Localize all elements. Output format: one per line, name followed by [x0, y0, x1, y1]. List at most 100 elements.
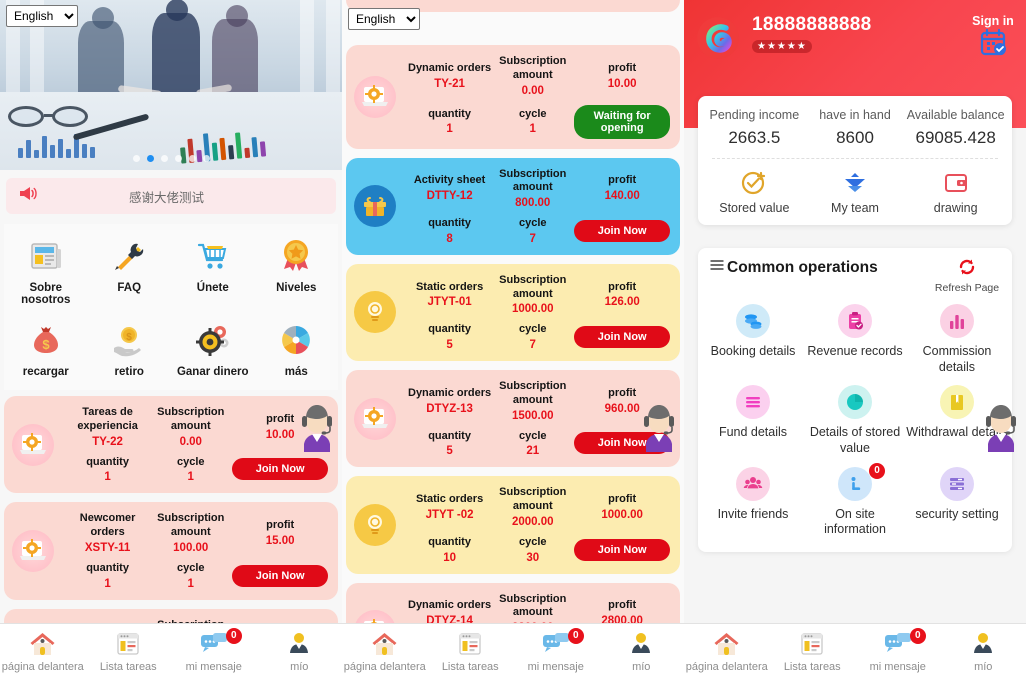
operation-invite-friends[interactable]: Invite friends	[702, 466, 804, 538]
sign-in-button[interactable]: Sign in	[972, 14, 1014, 61]
join-now-button[interactable]: Join Now	[232, 564, 328, 587]
nav-item-página-delantera[interactable]: página delantera	[0, 631, 86, 673]
operation-commission-details[interactable]: Commission details	[906, 304, 1008, 375]
join-now-button[interactable]: Join Now	[232, 458, 328, 481]
task-card[interactable]: Newcomer orders XSTY-11 Subscription amoun…	[4, 502, 338, 600]
nav-item-lista-tareas[interactable]: Lista tareas	[86, 631, 172, 673]
operation-security-setting[interactable]: security setting	[906, 466, 1008, 538]
middle-scroll-area[interactable]: Dynamic orders TY-21 Subscription amount 0.…	[342, 0, 684, 623]
language-select-left[interactable]: EnglishEspañol中文	[6, 5, 78, 27]
info-icon	[838, 466, 872, 501]
action-stored-value[interactable]: Stored value	[704, 169, 805, 215]
tasklist-icon	[86, 631, 172, 657]
task-title-col: Dynamic orders DTYZ-14	[408, 599, 491, 623]
banner-dot[interactable]	[202, 155, 210, 162]
operation-fund-details[interactable]: Fund details	[702, 385, 804, 456]
tools-icon	[88, 234, 172, 278]
operation-details-of-stored-value[interactable]: Details of stored value	[804, 385, 906, 456]
task-title: Dynamic orders	[408, 386, 492, 399]
menu-item-faq[interactable]: FAQ	[88, 234, 172, 306]
operation-booking-details[interactable]: Booking details	[702, 304, 804, 375]
menu-item-sobre-nosotros[interactable]: Sobre nosotros	[4, 234, 88, 306]
nav-item-mi-mensaje[interactable]: 0 mi mensaje	[171, 627, 257, 673]
customer-service-widget[interactable]	[294, 398, 340, 452]
nav-item-lista-tareas[interactable]: Lista tareas	[770, 631, 856, 673]
task-card[interactable]: Static orders JTYT-01 Subscription amount 1…	[346, 263, 680, 361]
avatar[interactable]	[696, 16, 740, 60]
task-profit: 126.00	[604, 296, 640, 309]
operation-revenue-records[interactable]: Revenue records	[804, 304, 906, 375]
nav-item-mi-mensaje[interactable]: 0 mi mensaje	[855, 627, 941, 673]
task-quantity: 1	[104, 471, 111, 484]
menu-item-retiro[interactable]: $ retiro	[88, 318, 172, 378]
laptop-gear-icon	[354, 610, 396, 623]
message-icon	[513, 631, 599, 657]
customer-service-widget-middle[interactable]	[636, 398, 682, 452]
laptop-gear-icon	[354, 397, 396, 440]
operations-title: Common operations	[727, 258, 878, 276]
task-quantity-col: quantity 10	[408, 536, 491, 564]
task-code: DTYZ-14	[426, 615, 473, 623]
operation-label: Fund details	[718, 425, 788, 440]
menu-icon-grid: Sobre nosotros FAQ Únete Niveles $ recargar $ r…	[4, 224, 338, 390]
menu-item-label: más	[284, 366, 308, 378]
announcement-bar[interactable]: 感谢大佬测试	[6, 178, 336, 214]
home-icon	[0, 631, 86, 657]
task-title-col: Activity sheet DTTY-12	[408, 174, 491, 202]
banner-dots[interactable]	[0, 155, 342, 162]
task-title: Activity sheet	[413, 174, 486, 187]
task-code: TY-21	[434, 77, 465, 90]
banner-dot[interactable]	[132, 155, 140, 162]
task-code: XSTY-11	[84, 541, 131, 554]
nav-item-página-delantera[interactable]: página delantera	[684, 631, 770, 673]
task-card[interactable]: Dynamic orders DTYZ-14 Subscription amount…	[346, 582, 680, 623]
task-quantity-label: quantity	[428, 217, 471, 229]
task-card[interactable]: Dynamic orders DTYZ-13 Subscription amount…	[346, 370, 680, 468]
task-quantity-label: quantity	[86, 561, 129, 574]
task-amount-col: Subscription amount 0.00	[491, 55, 574, 97]
menu-item-más[interactable]: más	[255, 318, 339, 378]
task-profit-col: profit 1000.00	[574, 493, 670, 521]
banner-dot[interactable]	[188, 155, 196, 162]
wallet-icon	[905, 169, 1006, 197]
banner-dot[interactable]	[146, 155, 154, 162]
pie-icon	[255, 318, 339, 362]
refresh-page-button[interactable]: Refresh Page	[934, 258, 1000, 294]
bulb-icon	[354, 503, 396, 546]
user-icon	[941, 631, 1026, 657]
join-now-button[interactable]: Join Now	[574, 326, 670, 349]
task-card[interactable]: Activity sheet DTTY-12 Subscription amount…	[346, 157, 680, 255]
operation-on-site-information[interactable]: 0 On site information	[804, 462, 906, 538]
banner-dot[interactable]	[174, 155, 182, 162]
customer-service-widget-right[interactable]	[978, 398, 1024, 452]
nav-item-mío[interactable]: mío	[257, 631, 343, 673]
task-profit-col: profit 10.00	[574, 62, 670, 90]
task-profit-label: profit	[608, 61, 637, 74]
join-now-button[interactable]: Join Now	[574, 538, 670, 561]
language-select-middle[interactable]: EnglishEspañol中文	[348, 8, 420, 30]
nav-badge: 0	[225, 627, 242, 644]
task-cycle: 1	[529, 123, 536, 136]
tasklist-icon	[770, 631, 856, 657]
task-code: JTYT-01	[427, 296, 472, 309]
waiting-button[interactable]: Waiting for opening	[574, 104, 670, 139]
task-card[interactable]: Static orders JTYT -02 Subscription amount…	[346, 476, 680, 574]
banner-dot[interactable]	[160, 155, 168, 162]
nav-item-mío[interactable]: mío	[941, 631, 1026, 673]
menu-item-niveles[interactable]: Niveles	[255, 234, 339, 306]
action-my-team[interactable]: My team	[805, 169, 906, 215]
task-title-col: Static orders JTYT-01	[408, 281, 491, 309]
menu-item-únete[interactable]: Únete	[171, 234, 255, 306]
task-cycle: 30	[526, 551, 540, 564]
nav-item-mi-mensaje[interactable]: 0 mi mensaje	[513, 627, 599, 673]
menu-item-ganar-dinero[interactable]: Ganar dinero	[171, 318, 255, 378]
action-drawing[interactable]: drawing	[905, 169, 1006, 215]
nav-item-mío[interactable]: mío	[599, 631, 685, 673]
task-quantity: 1	[104, 577, 111, 590]
nav-item-lista-tareas[interactable]: Lista tareas	[428, 631, 514, 673]
menu-item-recargar[interactable]: $ recargar	[4, 318, 88, 378]
join-now-button[interactable]: Join Now	[574, 219, 670, 242]
nav-item-página-delantera[interactable]: página delantera	[342, 631, 428, 673]
task-card[interactable]: Dynamic orders TY-21 Subscription amount 0.…	[346, 45, 680, 149]
task-card[interactable]: Tareas de experiencia TY-22 Subscription a…	[4, 396, 338, 494]
